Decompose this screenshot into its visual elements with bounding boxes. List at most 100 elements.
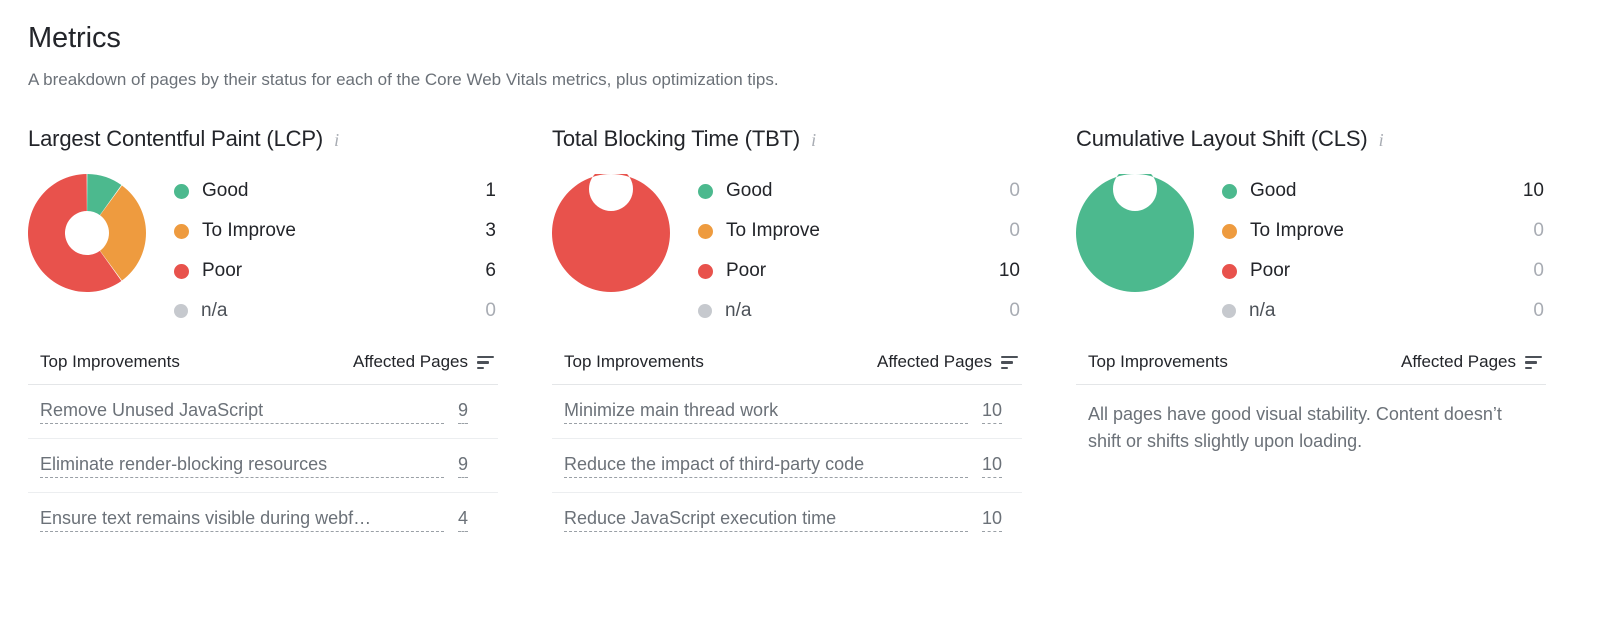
legend-item: Good 1 bbox=[174, 171, 498, 211]
column-header-affected-pages[interactable]: Affected Pages bbox=[1401, 352, 1542, 372]
table-row: Remove Unused JavaScript 9 bbox=[28, 385, 498, 440]
affected-pages-count[interactable]: 9 bbox=[458, 454, 469, 478]
legend-item: Poor 6 bbox=[174, 251, 498, 291]
sort-descending-icon[interactable] bbox=[1001, 355, 1018, 370]
sort-descending-icon[interactable] bbox=[477, 355, 494, 370]
column-header-affected-pages[interactable]: Affected Pages bbox=[877, 352, 1018, 372]
legend-label: Good bbox=[202, 180, 249, 202]
affected-pages-count[interactable]: 4 bbox=[458, 508, 469, 533]
metric-header-lcp: Largest Contentful Paint (LCP) i bbox=[28, 125, 498, 152]
improvements-table-lcp: Top Improvements Affected Pages Remove Unu… bbox=[28, 352, 498, 547]
column-header-improvements: Top Improvements bbox=[1088, 352, 1228, 372]
legend-label: Poor bbox=[726, 260, 767, 282]
improvements-table-tbt: Top Improvements Affected Pages Minimize m… bbox=[552, 352, 1022, 547]
metric-title: Largest Contentful Paint (LCP) bbox=[28, 125, 324, 151]
improvement-link[interactable]: Ensure text remains visible during webf… bbox=[40, 508, 444, 533]
legend-value: 0 bbox=[1009, 180, 1020, 202]
improvement-link[interactable]: Eliminate render-blocking resources bbox=[40, 454, 444, 478]
table-header: Top Improvements Affected Pages bbox=[552, 352, 1022, 386]
donut-wrapper-cls bbox=[1076, 168, 1222, 293]
table-row: Reduce the impact of third-party code 10 bbox=[552, 439, 1022, 494]
legend-value: 0 bbox=[1533, 220, 1544, 242]
legend-label: n/a bbox=[201, 300, 228, 322]
legend-value: 10 bbox=[998, 260, 1020, 282]
improvement-link[interactable]: Reduce the impact of third-party code bbox=[564, 454, 968, 478]
donut-chart bbox=[1076, 174, 1194, 293]
sort-descending-icon[interactable] bbox=[1525, 355, 1542, 370]
metric-header-cls: Cumulative Layout Shift (CLS) i bbox=[1076, 125, 1546, 152]
legend-label: Poor bbox=[202, 260, 243, 282]
legend-dot-na-icon bbox=[698, 304, 712, 319]
improvement-link[interactable]: Reduce JavaScript execution time bbox=[564, 508, 968, 533]
page-subtitle: A breakdown of pages by their status for… bbox=[28, 70, 779, 90]
metric-header-tbt: Total Blocking Time (TBT) i bbox=[552, 125, 1022, 152]
legend-item: To Improve 3 bbox=[174, 211, 498, 251]
legend-dot-na-icon bbox=[1222, 304, 1236, 319]
table-header: Top Improvements Affected Pages bbox=[28, 352, 498, 386]
legend-value: 3 bbox=[485, 220, 496, 242]
metric-card-tbt: Total Blocking Time (TBT) i Good 0 To Improv… bbox=[552, 125, 1022, 547]
table-row: Minimize main thread work 10 bbox=[552, 385, 1022, 440]
column-header-label: Affected Pages bbox=[877, 352, 992, 372]
metrics-page: Metrics A breakdown of pages by their st… bbox=[0, 0, 1600, 618]
table-row: Eliminate render-blocking resources 9 bbox=[28, 439, 498, 494]
affected-pages-count[interactable]: 10 bbox=[982, 454, 1003, 478]
chart-legend-row: Good 1 To Improve 3 Poor 6 n/a 0 bbox=[28, 168, 498, 328]
column-header-label: Affected Pages bbox=[353, 352, 468, 372]
legend-dot-poor-icon bbox=[1222, 263, 1237, 279]
legend-dot-poor-icon bbox=[698, 263, 713, 279]
legend-dot-to-improve-icon bbox=[1222, 223, 1237, 239]
legend-dot-good-icon bbox=[698, 183, 713, 199]
legend-value: 6 bbox=[485, 260, 496, 282]
legend-value: 0 bbox=[1009, 220, 1020, 242]
improvement-link[interactable]: Remove Unused JavaScript bbox=[40, 400, 444, 424]
affected-pages-count[interactable]: 10 bbox=[982, 400, 1003, 424]
legend-item: n/a 0 bbox=[1222, 291, 1546, 331]
affected-pages-count[interactable]: 9 bbox=[458, 400, 469, 424]
legend-dot-to-improve-icon bbox=[174, 223, 189, 239]
column-header-improvements: Top Improvements bbox=[40, 352, 180, 372]
column-header-label: Affected Pages bbox=[1401, 352, 1516, 372]
info-icon[interactable]: i bbox=[811, 129, 816, 149]
legend-label: Good bbox=[1250, 180, 1297, 202]
column-header-improvements: Top Improvements bbox=[564, 352, 704, 372]
chart-legend-row: Good 0 To Improve 0 Poor 10 n/a 0 bbox=[552, 168, 1022, 328]
legend-value: 0 bbox=[1009, 300, 1020, 322]
legend-dot-na-icon bbox=[174, 304, 188, 319]
table-row: Ensure text remains visible during webf…… bbox=[28, 493, 498, 547]
metric-card-lcp: Largest Contentful Paint (LCP) i Good 1 To I… bbox=[28, 125, 498, 547]
legend-dot-good-icon bbox=[174, 183, 189, 199]
legend-lcp: Good 1 To Improve 3 Poor 6 n/a 0 bbox=[174, 168, 498, 331]
metric-title: Cumulative Layout Shift (CLS) bbox=[1076, 125, 1368, 151]
table-header: Top Improvements Affected Pages bbox=[1076, 352, 1546, 386]
legend-dot-good-icon bbox=[1222, 183, 1237, 199]
legend-label: To Improve bbox=[202, 220, 296, 242]
legend-label: Good bbox=[726, 180, 773, 202]
legend-cls: Good 10 To Improve 0 Poor 0 n/a 0 bbox=[1222, 168, 1546, 331]
legend-item: n/a 0 bbox=[174, 291, 498, 331]
legend-item: To Improve 0 bbox=[1222, 211, 1546, 251]
page-title: Metrics bbox=[28, 22, 121, 54]
legend-label: To Improve bbox=[1250, 220, 1344, 242]
donut-chart bbox=[28, 174, 146, 293]
metric-card-cls: Cumulative Layout Shift (CLS) i Good 10 To I… bbox=[1076, 125, 1546, 453]
column-header-affected-pages[interactable]: Affected Pages bbox=[353, 352, 494, 372]
legend-item: To Improve 0 bbox=[698, 211, 1022, 251]
info-icon[interactable]: i bbox=[334, 129, 339, 149]
chart-legend-row: Good 10 To Improve 0 Poor 0 n/a 0 bbox=[1076, 168, 1546, 328]
info-icon[interactable]: i bbox=[1379, 129, 1384, 149]
legend-dot-to-improve-icon bbox=[698, 223, 713, 239]
legend-label: To Improve bbox=[726, 220, 820, 242]
empty-state-message: All pages have good visual stability. Co… bbox=[1088, 404, 1502, 451]
legend-item: Poor 10 bbox=[698, 251, 1022, 291]
legend-value: 0 bbox=[1533, 260, 1544, 282]
affected-pages-count[interactable]: 10 bbox=[982, 508, 1003, 533]
legend-tbt: Good 0 To Improve 0 Poor 10 n/a 0 bbox=[698, 168, 1022, 331]
donut-wrapper-lcp bbox=[28, 168, 174, 293]
improvement-link[interactable]: Minimize main thread work bbox=[564, 400, 968, 424]
donut-chart bbox=[552, 174, 670, 293]
legend-item: Poor 0 bbox=[1222, 251, 1546, 291]
legend-label: n/a bbox=[1249, 300, 1276, 322]
metric-title: Total Blocking Time (TBT) bbox=[552, 125, 801, 151]
donut-wrapper-tbt bbox=[552, 168, 698, 293]
